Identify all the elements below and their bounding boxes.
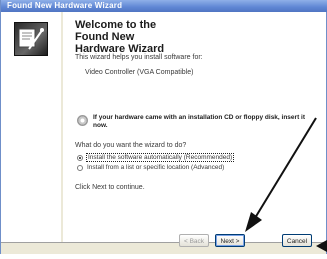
back-button[interactable]: < Back: [179, 234, 209, 247]
radio-install-from-list[interactable]: [77, 165, 83, 171]
device-name: Video Controller (VGA Compatible): [85, 69, 194, 76]
cancel-button[interactable]: Cancel: [282, 234, 312, 247]
question-text: What do you want the wizard to do?: [75, 142, 187, 149]
title-bar[interactable]: Found New Hardware Wizard: [1, 0, 327, 12]
continue-text: Click Next to continue.: [75, 184, 145, 191]
cd-icon: [77, 115, 88, 126]
wizard-content: Welcome to the Found New Hardware Wizard…: [63, 12, 326, 242]
cd-prompt: If your hardware came with an installati…: [93, 114, 306, 129]
wizard-side-panel: [1, 12, 61, 242]
window-title: Found New Hardware Wizard: [7, 1, 123, 10]
radio-install-automatic[interactable]: [77, 155, 83, 161]
button-divider: [1, 242, 327, 243]
wizard-window: Found New Hardware Wizard Welcome to the…: [0, 0, 327, 254]
intro-text: This wizard helps you install software f…: [75, 54, 203, 61]
next-button[interactable]: Next >: [215, 234, 245, 247]
option-install-from-list-label[interactable]: Install from a list or specific location…: [87, 164, 224, 171]
wizard-heading: Welcome to the Found New Hardware Wizard: [75, 19, 165, 55]
hardware-wizard-icon: [14, 22, 48, 56]
option-install-automatic-label[interactable]: Install the software automatically (Reco…: [85, 153, 235, 162]
